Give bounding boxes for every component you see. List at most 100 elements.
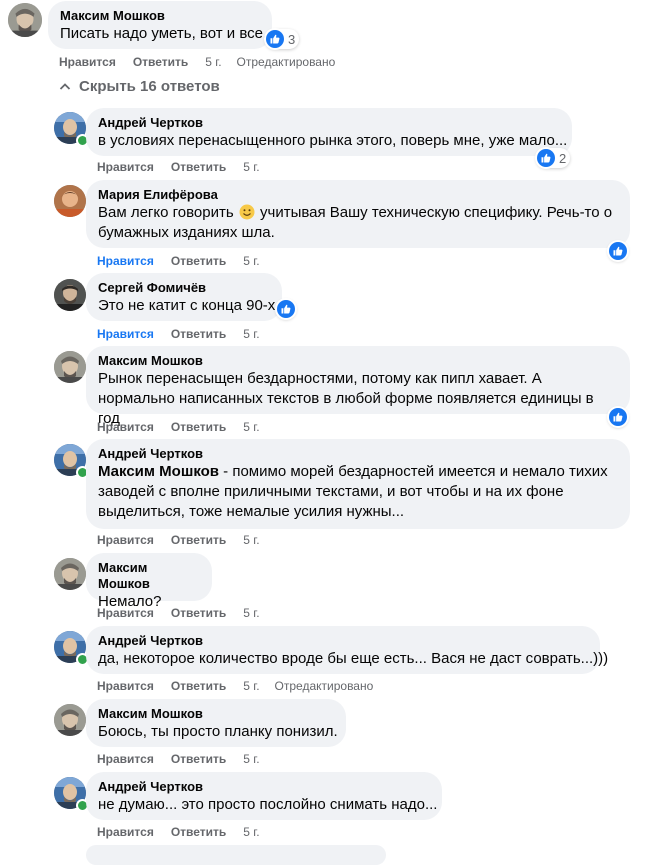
comment-time[interactable]: 5 г. xyxy=(243,752,259,766)
comment-actions: Нравится Ответить 5 г. xyxy=(97,752,275,766)
chevron-up-icon xyxy=(59,82,71,90)
reaction-count[interactable] xyxy=(608,407,628,427)
comment-time[interactable]: 5 г. xyxy=(243,606,259,620)
reaction-count-number: 2 xyxy=(559,150,567,166)
comment-actions: Нравится Ответить 5 г. xyxy=(97,160,275,174)
comment-time[interactable]: 5 г. xyxy=(243,327,259,341)
comment-author[interactable]: Андрей Чертков xyxy=(98,446,618,462)
reaction-count[interactable]: 2 xyxy=(536,148,571,168)
comment-bubble: Андрей Чертков не думаю... это просто по… xyxy=(86,772,442,820)
reply-button[interactable]: Ответить xyxy=(171,420,226,434)
like-thumb-icon xyxy=(537,149,555,167)
reply-button[interactable]: Ответить xyxy=(171,254,226,268)
comment-author[interactable]: Максим Мошков xyxy=(98,353,618,369)
comment-text: в условиях перенасыщенного рынка этого, … xyxy=(98,132,568,149)
comment-text: Писать надо уметь, вот и все. xyxy=(60,25,268,42)
avatar[interactable] xyxy=(54,351,86,383)
comment-author[interactable]: Максим Мошков xyxy=(98,560,200,592)
comment-author[interactable]: Андрей Чертков xyxy=(98,779,430,795)
like-thumb-icon xyxy=(266,30,284,48)
comment-bubble: Андрей Чертков да, некоторое количество … xyxy=(86,626,609,674)
like-button[interactable]: Нравится xyxy=(97,160,154,174)
reply-button[interactable]: Ответить xyxy=(171,533,226,547)
hide-replies-button[interactable]: Скрыть 16 ответов xyxy=(59,78,220,95)
comment-author[interactable]: Мария Елифёрова xyxy=(98,187,618,203)
comment-text: не думаю... это просто послойно снимать … xyxy=(98,796,438,813)
reply-button[interactable]: Ответить xyxy=(171,160,226,174)
reply-button[interactable]: Ответить xyxy=(171,825,226,839)
reaction-count[interactable] xyxy=(608,241,628,261)
comment-actions: Нравится Ответить 5 г. xyxy=(97,825,275,839)
avatar[interactable] xyxy=(54,185,86,217)
comment-bubble: Максим Мошков Немало? xyxy=(86,553,212,610)
comment-time[interactable]: 5 г. xyxy=(243,825,259,839)
avatar[interactable] xyxy=(54,279,86,311)
comment-time[interactable]: 5 г. xyxy=(205,55,221,69)
reaction-count[interactable]: 3 xyxy=(265,29,300,49)
like-thumb-icon xyxy=(609,408,627,426)
comment-bubble: Максим Мошков Писать надо уметь, вот и в… xyxy=(48,1,272,49)
like-button[interactable]: Нравится xyxy=(97,533,154,547)
avatar-image xyxy=(54,185,86,217)
comment-author[interactable]: Андрей Чертков xyxy=(98,633,588,649)
comment-bubble-partial xyxy=(86,845,386,865)
comment-actions: Нравится Ответить 5 г. xyxy=(97,254,275,268)
like-button[interactable]: Нравится xyxy=(97,679,154,693)
avatar[interactable] xyxy=(54,704,86,736)
reply-button[interactable]: Ответить xyxy=(171,752,226,766)
comment-bubble: Андрей Чертков в условиях перенасыщенног… xyxy=(86,108,572,156)
comment-actions: Нравится Ответить 5 г. xyxy=(97,327,275,341)
like-button[interactable]: Нравится xyxy=(97,752,154,766)
like-button[interactable]: Нравится xyxy=(97,327,154,341)
comment-bubble: Мария Елифёрова Вам легко говорить учиты… xyxy=(86,180,630,248)
comment-author[interactable]: Андрей Чертков xyxy=(98,115,560,131)
comment-time[interactable]: 5 г. xyxy=(243,160,259,174)
comment-text: да, некоторое количество вроде бы еще ес… xyxy=(98,650,609,667)
avatar-image xyxy=(8,3,42,37)
comment-bubble: Максим Мошков Боюсь, ты просто планку по… xyxy=(86,699,346,747)
like-thumb-icon xyxy=(277,300,295,318)
reply-button[interactable]: Ответить xyxy=(133,55,188,69)
comment-actions: Нравится Ответить 5 г. Отредактировано xyxy=(97,679,373,693)
avatar-image xyxy=(54,704,86,736)
edited-label[interactable]: Отредактировано xyxy=(275,679,374,693)
comment-time[interactable]: 5 г. xyxy=(243,254,259,268)
comment-actions: Нравится Ответить 5 г. xyxy=(97,533,275,547)
comment-text: Боюсь, ты просто планку понизил. xyxy=(98,723,338,740)
comment-bubble: Сергей Фомичёв Это не катит с конца 90-х xyxy=(86,273,282,321)
hide-replies-label: Скрыть 16 ответов xyxy=(79,78,220,95)
like-button[interactable]: Нравится xyxy=(97,825,154,839)
comment-time[interactable]: 5 г. xyxy=(243,420,259,434)
comment-text: Это не катит с конца 90-х xyxy=(98,297,276,314)
reply-button[interactable]: Ответить xyxy=(171,327,226,341)
mention-link[interactable]: Максим Мошков xyxy=(98,463,219,480)
avatar-image xyxy=(54,279,86,311)
like-button[interactable]: Нравится xyxy=(97,420,154,434)
comment-time[interactable]: 5 г. xyxy=(243,679,259,693)
comment-actions: Нравится Ответить 5 г. xyxy=(97,420,275,434)
smiling-face-emoji xyxy=(239,204,255,220)
comment-bubble: Максим Мошков Рынок перенасыщен бездарно… xyxy=(86,346,630,427)
comment-author[interactable]: Максим Мошков xyxy=(98,706,334,722)
reaction-count[interactable] xyxy=(276,299,296,319)
like-thumb-icon xyxy=(609,242,627,260)
comment-text: Вам легко говорить учитывая Вашу техниче… xyxy=(98,203,618,243)
comment-text: Максим Мошков - помимо морей бездарносте… xyxy=(98,462,618,522)
comment-author[interactable]: Максим Мошков xyxy=(60,8,260,24)
avatar[interactable] xyxy=(54,558,86,590)
comment-time[interactable]: 5 г. xyxy=(243,533,259,547)
reply-button[interactable]: Ответить xyxy=(171,679,226,693)
comment-text-part: Вам легко говорить xyxy=(98,204,234,221)
avatar-image xyxy=(54,351,86,383)
reaction-count-number: 3 xyxy=(288,31,296,47)
edited-label[interactable]: Отредактировано xyxy=(237,55,336,69)
like-button[interactable]: Нравится xyxy=(97,606,154,620)
avatar[interactable] xyxy=(8,3,42,37)
comment-actions: Нравится Ответить 5 г. Отредактировано xyxy=(59,55,335,69)
comment-actions: Нравится Ответить 5 г. xyxy=(97,606,275,620)
avatar-image xyxy=(54,558,86,590)
reply-button[interactable]: Ответить xyxy=(171,606,226,620)
like-button[interactable]: Нравится xyxy=(97,254,154,268)
comment-author[interactable]: Сергей Фомичёв xyxy=(98,280,270,296)
like-button[interactable]: Нравится xyxy=(59,55,116,69)
